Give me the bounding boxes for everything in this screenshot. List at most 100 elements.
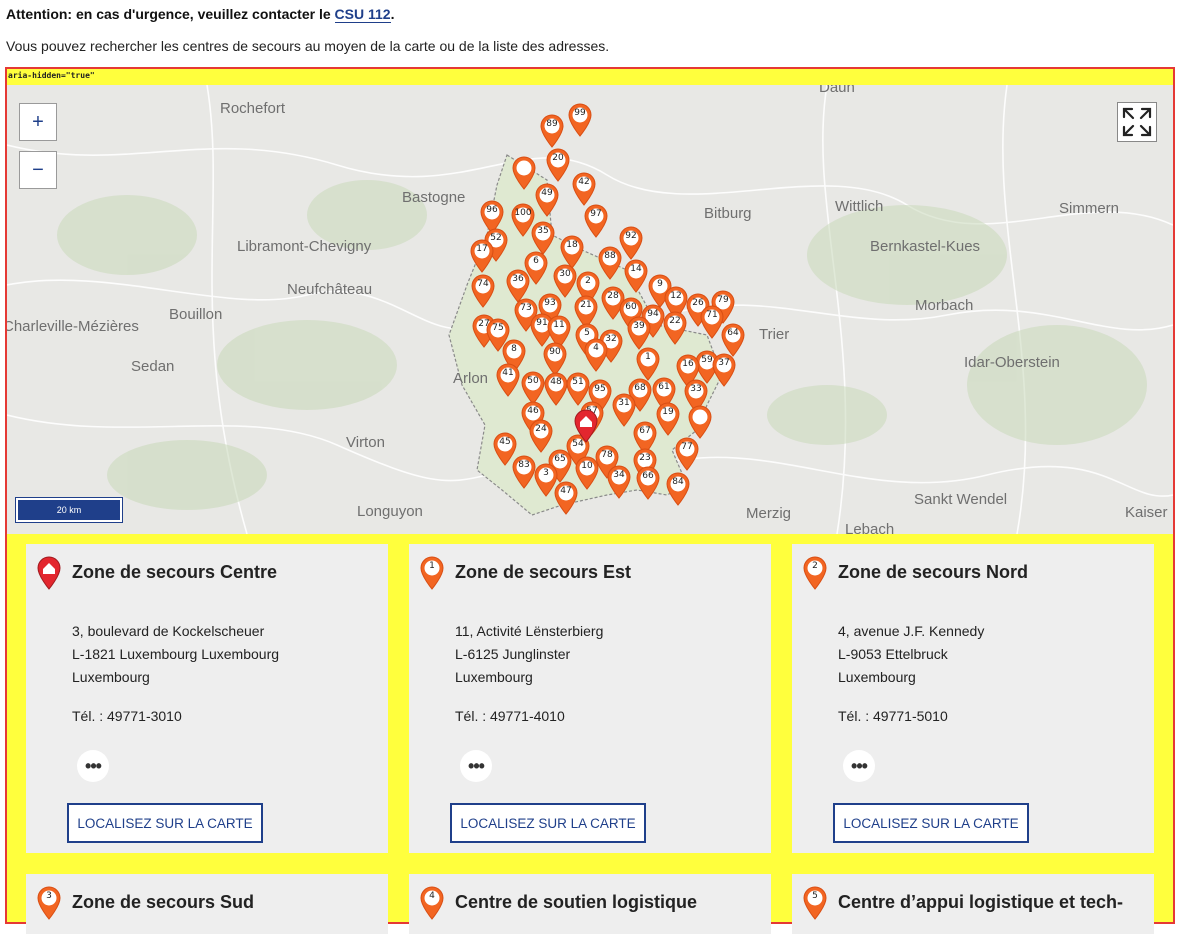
map-marker[interactable]: 20 xyxy=(545,148,571,182)
map-marker[interactable]: 49 xyxy=(534,183,560,217)
card-address: 4, avenue J.F. Kennedy L-9053 Ettelbruck L… xyxy=(838,623,985,685)
csu-112-link[interactable]: CSU 112 xyxy=(334,6,391,23)
place-label: Virton xyxy=(346,434,385,451)
card-phone: Tél. : 49771-4010 xyxy=(455,708,565,724)
place-label: Bitburg xyxy=(704,205,752,222)
place-label: Sankt Wendel xyxy=(914,491,1008,508)
fullscreen-button[interactable] xyxy=(1117,102,1157,142)
card-title: Zone de secours Est xyxy=(455,562,632,582)
marker-label: 68 xyxy=(634,383,646,393)
map-marker[interactable]: 1 xyxy=(635,347,661,381)
card-phone: Tél. : 49771-3010 xyxy=(72,708,182,724)
map-marker[interactable]: 41 xyxy=(495,363,521,397)
marker-label: 88 xyxy=(604,251,616,261)
more-dots-icon[interactable]: ••• xyxy=(77,750,109,782)
place-label: Bouillon xyxy=(169,306,223,323)
place-label: Morbach xyxy=(915,297,974,314)
numbered-marker-icon: 5 xyxy=(802,886,828,920)
marker-label: 24 xyxy=(535,424,547,434)
card-address: 11, Activité Lënsterbierg L-6125 Junglins… xyxy=(455,623,604,685)
map-marker[interactable]: 77 xyxy=(674,437,700,471)
map-canvas[interactable]: Rochefort Daun Bastogne Bitburg Wittlich… xyxy=(7,85,1173,534)
place-label: Neufchâteau xyxy=(287,281,373,298)
place-label: Arlon xyxy=(453,370,489,387)
intro-text: Vous pouvez rechercher les centres de se… xyxy=(6,38,610,54)
map-marker[interactable]: 19 xyxy=(655,402,681,436)
marker-number: 5 xyxy=(812,891,818,901)
place-label: Bernkastel-Kues xyxy=(870,238,981,255)
marker-label: 2 xyxy=(585,276,591,286)
alert-text: Attention: en cas d'urgence, veuillez co… xyxy=(6,6,335,22)
map-marker[interactable]: 34 xyxy=(606,465,632,499)
card-address: 3, boulevard de Kockelscheuer L-1821 Luxe… xyxy=(72,623,280,685)
card-title: Zone de secours Sud xyxy=(72,892,255,912)
marker-label: 37 xyxy=(718,358,730,368)
place-label: Bastogne xyxy=(402,189,466,206)
marker-number: 2 xyxy=(812,561,818,571)
rescue-center-card: 2 Zone de secours Nord 4, avenue J.F. Kenn… xyxy=(792,544,1154,853)
rescue-center-card: 1 Zone de secours Est 11, Activité Lënster… xyxy=(409,544,771,853)
emergency-alert: Attention: en cas d'urgence, veuillez co… xyxy=(6,6,394,23)
map-marker[interactable]: 39 xyxy=(626,316,652,350)
marker-label: 61 xyxy=(658,382,670,392)
map-marker[interactable]: 47 xyxy=(553,481,579,515)
map-marker[interactable]: 84 xyxy=(665,472,691,506)
marker-label: 1 xyxy=(645,352,651,362)
map-marker[interactable]: 66 xyxy=(635,466,661,500)
map-marker[interactable]: 42 xyxy=(571,172,597,206)
map-marker[interactable]: 4 xyxy=(583,338,609,372)
map-marker[interactable]: 64 xyxy=(720,323,746,357)
marker-label: 6 xyxy=(533,256,539,266)
map-marker[interactable]: 35 xyxy=(530,221,556,255)
expand-icon xyxy=(1122,107,1152,137)
map-marker[interactable]: 17 xyxy=(469,239,495,273)
marker-label: 77 xyxy=(681,442,693,452)
zoom-in-button[interactable]: + xyxy=(19,103,57,141)
marker-label: 18 xyxy=(566,240,578,250)
marker-label: 79 xyxy=(717,295,729,305)
marker-label: 67 xyxy=(639,426,651,436)
marker-label: 36 xyxy=(512,274,524,284)
marker-label: 17 xyxy=(476,244,488,254)
marker-number: 3 xyxy=(46,891,52,901)
map-marker[interactable]: 37 xyxy=(711,353,737,387)
locate-on-map-button[interactable]: LOCALISEZ SUR LA CARTE xyxy=(67,803,263,843)
marker-label: 23 xyxy=(639,453,651,463)
card-phone: Tél. : 49771-5010 xyxy=(838,708,948,724)
marker-label: 49 xyxy=(541,188,553,198)
map-marker[interactable]: 97 xyxy=(583,204,609,238)
more-dots-icon[interactable]: ••• xyxy=(460,750,492,782)
marker-label: 16 xyxy=(682,359,694,369)
marker-label: 31 xyxy=(618,398,630,408)
marker-label: 3 xyxy=(543,468,549,478)
marker-label: 74 xyxy=(477,279,489,289)
more-dots-icon[interactable]: ••• xyxy=(843,750,875,782)
map-marker[interactable]: 22 xyxy=(662,311,688,345)
place-label: Longuyon xyxy=(357,503,423,520)
marker-label: 96 xyxy=(486,205,498,215)
place-label: Wittlich xyxy=(835,198,884,215)
map-marker[interactable]: 24 xyxy=(528,419,554,453)
marker-number: 1 xyxy=(429,561,435,571)
marker-label: 11 xyxy=(553,320,565,330)
place-label: Rochefort xyxy=(220,100,286,117)
locate-on-map-button[interactable]: LOCALISEZ SUR LA CARTE xyxy=(450,803,646,843)
place-label: Merzig xyxy=(746,505,792,522)
place-label: Lebach xyxy=(845,521,895,534)
aria-hidden-label: aria-hidden="true" xyxy=(8,71,95,80)
place-label: Simmern xyxy=(1059,200,1120,217)
headquarters-marker[interactable] xyxy=(573,409,599,443)
numbered-marker-icon: 2 xyxy=(802,556,828,590)
zoom-out-button[interactable]: − xyxy=(19,151,57,189)
card-title: Centre d’appui logistique et tech- xyxy=(838,892,1124,912)
map-marker[interactable]: 74 xyxy=(470,274,496,308)
map-marker[interactable]: 89 xyxy=(539,114,565,148)
place-label: Charleville-Mézières xyxy=(7,318,139,335)
map-marker[interactable] xyxy=(687,405,713,439)
marker-label: 4 xyxy=(593,343,599,353)
locate-on-map-button[interactable]: LOCALISEZ SUR LA CARTE xyxy=(833,803,1029,843)
map-marker[interactable]: 99 xyxy=(567,103,593,137)
map-marker[interactable]: 14 xyxy=(623,259,649,293)
map-section: aria-hidden="true" Rochefort Daun Bastog… xyxy=(5,67,1175,934)
marker-label: 45 xyxy=(499,437,511,447)
